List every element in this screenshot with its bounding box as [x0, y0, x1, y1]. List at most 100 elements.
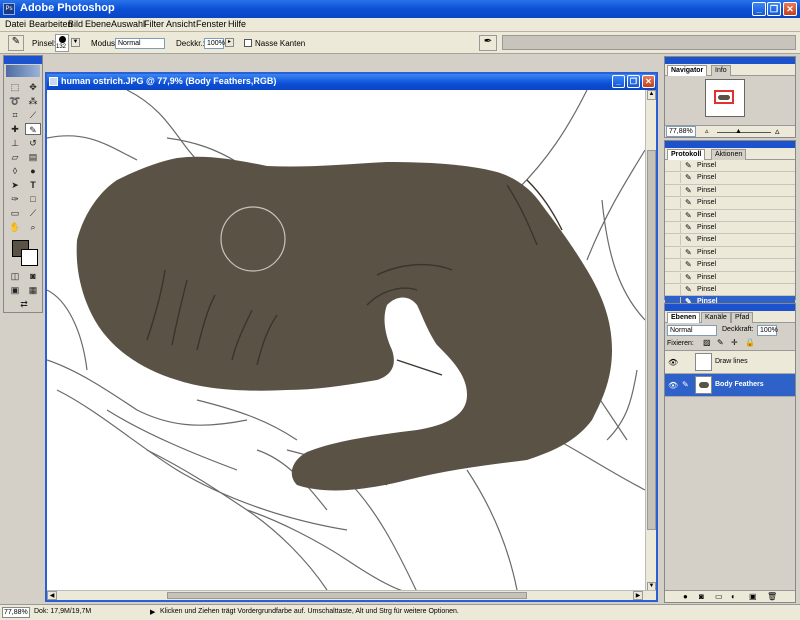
history-item[interactable]: ✎ Pinsel: [665, 246, 795, 260]
jump-to-imageready-icon[interactable]: ⇄: [7, 298, 41, 310]
doc-close-button[interactable]: ✕: [642, 75, 655, 88]
background-color-swatch[interactable]: [21, 249, 38, 266]
zoom-tool-icon[interactable]: ⌕: [25, 221, 41, 233]
zoom-in-icon[interactable]: ▵: [775, 126, 780, 137]
layer-set-icon[interactable]: ▭: [715, 592, 723, 601]
tab-ebenen[interactable]: Ebenen: [667, 312, 701, 323]
scroll-right-icon[interactable]: ▶: [633, 591, 643, 600]
close-button[interactable]: ✕: [783, 2, 797, 16]
history-item[interactable]: ✎ Pinsel: [665, 184, 795, 198]
mode-select[interactable]: Normal: [115, 38, 165, 49]
layer-opacity-field[interactable]: 100%: [757, 325, 778, 336]
stamp-tool-icon[interactable]: ⊥: [7, 137, 23, 149]
vertical-scroll-thumb[interactable]: [647, 150, 656, 530]
tab-kanaele[interactable]: Kanäle: [701, 312, 731, 323]
crop-tool-icon[interactable]: ⌗: [7, 109, 23, 121]
arrow-icon[interactable]: ▶: [150, 608, 155, 616]
doc-minimize-button[interactable]: _: [612, 75, 625, 88]
screen-mode-full-icon[interactable]: ▦: [25, 284, 41, 296]
airbrush-icon[interactable]: ✒: [479, 35, 497, 51]
brush-tool-icon[interactable]: ✎: [25, 123, 41, 135]
zoom-slider-track[interactable]: [717, 132, 771, 133]
move-tool-icon[interactable]: ✥: [25, 81, 41, 93]
history-item[interactable]: ✎ Pinsel: [665, 160, 795, 173]
layer-style-icon[interactable]: ●: [683, 592, 688, 601]
tab-aktionen[interactable]: Aktionen: [711, 149, 747, 160]
brush-picker[interactable]: 132: [55, 34, 69, 52]
dodge-tool-icon[interactable]: ●: [25, 165, 41, 177]
opacity-slider-icon[interactable]: ▸: [225, 38, 234, 47]
adjustment-layer-icon[interactable]: ◐: [731, 592, 736, 601]
palette-well[interactable]: [502, 35, 796, 50]
shape-tool-icon[interactable]: □: [25, 193, 41, 205]
lasso-tool-icon[interactable]: ➰: [7, 95, 23, 107]
notes-tool-icon[interactable]: ▭: [7, 207, 23, 219]
brush-tool-preset-icon[interactable]: ✎: [8, 35, 24, 51]
history-item[interactable]: ✎ Pinsel: [665, 259, 795, 272]
horizontal-scrollbar[interactable]: ◀ ▶: [47, 590, 656, 600]
path-select-tool-icon[interactable]: ➤: [7, 179, 23, 191]
layer-body-feathers[interactable]: 👁 ✎ Body Feathers: [665, 374, 795, 397]
blend-mode-select[interactable]: Normal: [667, 325, 717, 336]
doc-maximize-button[interactable]: ❐: [627, 75, 640, 88]
history-item[interactable]: ✎ Pinsel: [665, 197, 795, 210]
history-item[interactable]: ✎ Pinsel: [665, 221, 795, 235]
slice-tool-icon[interactable]: ⟋: [25, 109, 41, 121]
lock-image-icon[interactable]: ✎: [717, 338, 724, 347]
opacity-field[interactable]: 100%: [204, 38, 225, 49]
eye-icon[interactable]: 👁: [668, 381, 678, 390]
minimize-button[interactable]: _: [752, 2, 766, 16]
layer-draw-lines[interactable]: 👁 Draw lines: [665, 351, 795, 374]
scroll-up-icon[interactable]: ▲: [647, 90, 656, 100]
blur-tool-icon[interactable]: ◊: [7, 165, 23, 177]
history-item[interactable]: ✎ Pinsel: [665, 234, 795, 247]
tab-pfad[interactable]: Pfad: [731, 312, 754, 323]
menu-auswahl[interactable]: Auswahl: [111, 19, 145, 29]
lock-all-icon[interactable]: 🔒: [745, 338, 755, 347]
menu-datei[interactable]: Datei: [5, 19, 26, 29]
new-layer-icon[interactable]: ▣: [749, 592, 757, 601]
screen-mode-standard-icon[interactable]: ▣: [7, 284, 23, 296]
lock-position-icon[interactable]: ✛: [731, 338, 738, 347]
navigator-thumbnail[interactable]: [705, 79, 745, 117]
brush-dropdown-icon[interactable]: ▼: [71, 38, 80, 47]
gradient-tool-icon[interactable]: ▤: [25, 151, 41, 163]
menu-hilfe[interactable]: Hilfe: [228, 19, 246, 29]
magic-wand-tool-icon[interactable]: ⁂: [25, 95, 41, 107]
delete-layer-icon[interactable]: 🗑: [767, 592, 777, 601]
eraser-tool-icon[interactable]: ▱: [7, 151, 23, 163]
navigator-zoom-field[interactable]: 77,88%: [666, 126, 696, 137]
history-item[interactable]: ✎ Pinsel: [665, 271, 795, 284]
horizontal-scroll-thumb[interactable]: [167, 592, 527, 599]
menu-filter[interactable]: Filter: [144, 19, 164, 29]
menu-bild[interactable]: Bild: [68, 19, 83, 29]
menu-bearbeiten[interactable]: Bearbeiten: [29, 19, 73, 29]
history-brush-tool-icon[interactable]: ↺: [25, 137, 41, 149]
history-item[interactable]: ✎ Pinsel: [665, 172, 795, 185]
tab-protokoll[interactable]: Protokoll: [667, 149, 706, 160]
menu-ansicht[interactable]: Ansicht: [166, 19, 196, 29]
marquee-tool-icon[interactable]: ⬚: [7, 81, 23, 93]
eye-icon[interactable]: 👁: [668, 358, 678, 367]
image-canvas[interactable]: [47, 90, 645, 592]
menu-ebene[interactable]: Ebene: [85, 19, 111, 29]
quick-mask-icon[interactable]: ◙: [25, 270, 41, 282]
zoom-out-icon[interactable]: ▵: [705, 127, 709, 135]
layer-mask-icon[interactable]: ◙: [699, 592, 704, 601]
zoom-slider-handle[interactable]: ▲: [735, 128, 742, 135]
scroll-left-icon[interactable]: ◀: [47, 591, 57, 600]
maximize-button[interactable]: ❐: [767, 2, 781, 16]
lock-transparency-icon[interactable]: ▨: [703, 338, 711, 347]
navigator-view-box[interactable]: [714, 90, 734, 104]
menu-fenster[interactable]: Fenster: [196, 19, 227, 29]
wet-edges-checkbox[interactable]: [244, 39, 252, 47]
history-item[interactable]: ✎ Pinsel: [665, 283, 795, 297]
vertical-scrollbar[interactable]: ▲ ▼: [645, 90, 656, 592]
tab-navigator[interactable]: Navigator: [667, 65, 708, 76]
standard-mode-icon[interactable]: ◫: [7, 270, 23, 282]
history-item[interactable]: ✎ Pinsel: [665, 209, 795, 222]
pen-tool-icon[interactable]: ✑: [7, 193, 23, 205]
tab-info[interactable]: Info: [711, 65, 731, 76]
type-tool-icon[interactable]: T: [25, 179, 41, 191]
eyedropper-tool-icon[interactable]: ⟋: [25, 207, 41, 219]
